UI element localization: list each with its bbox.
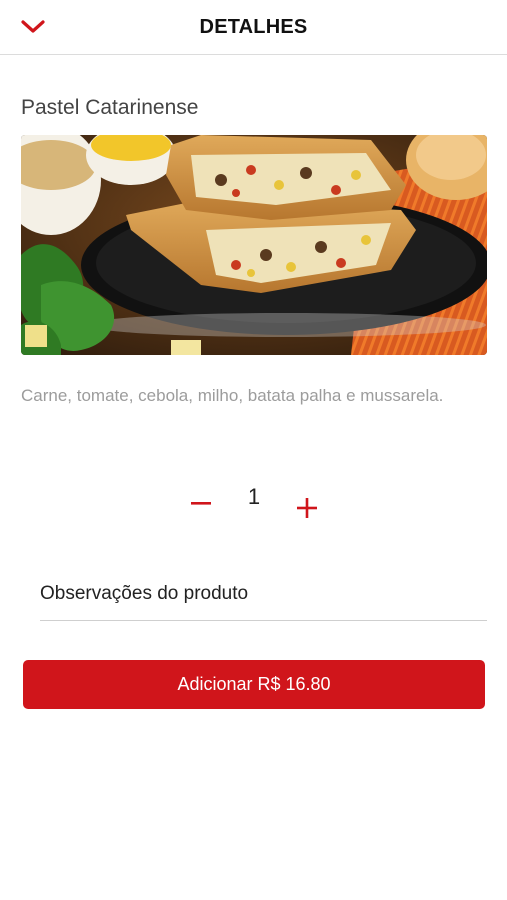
- product-notes-input[interactable]: [40, 568, 487, 621]
- quantity-value: 1: [247, 484, 261, 509]
- product-description: Carne, tomate, cebola, milho, batata pal…: [21, 386, 444, 405]
- quantity-stepper: 1: [0, 478, 507, 528]
- plus-icon: [297, 498, 317, 518]
- product-image: [21, 135, 487, 355]
- minus-icon: [191, 502, 211, 505]
- increase-quantity-button[interactable]: [292, 488, 322, 528]
- product-name: Pastel Catarinense: [21, 96, 199, 119]
- header-bar: DETALHES: [0, 0, 507, 55]
- decrease-quantity-button[interactable]: [186, 484, 216, 524]
- add-to-cart-button[interactable]: Adicionar R$ 16.80: [23, 660, 485, 709]
- page-title: DETALHES: [199, 16, 308, 38]
